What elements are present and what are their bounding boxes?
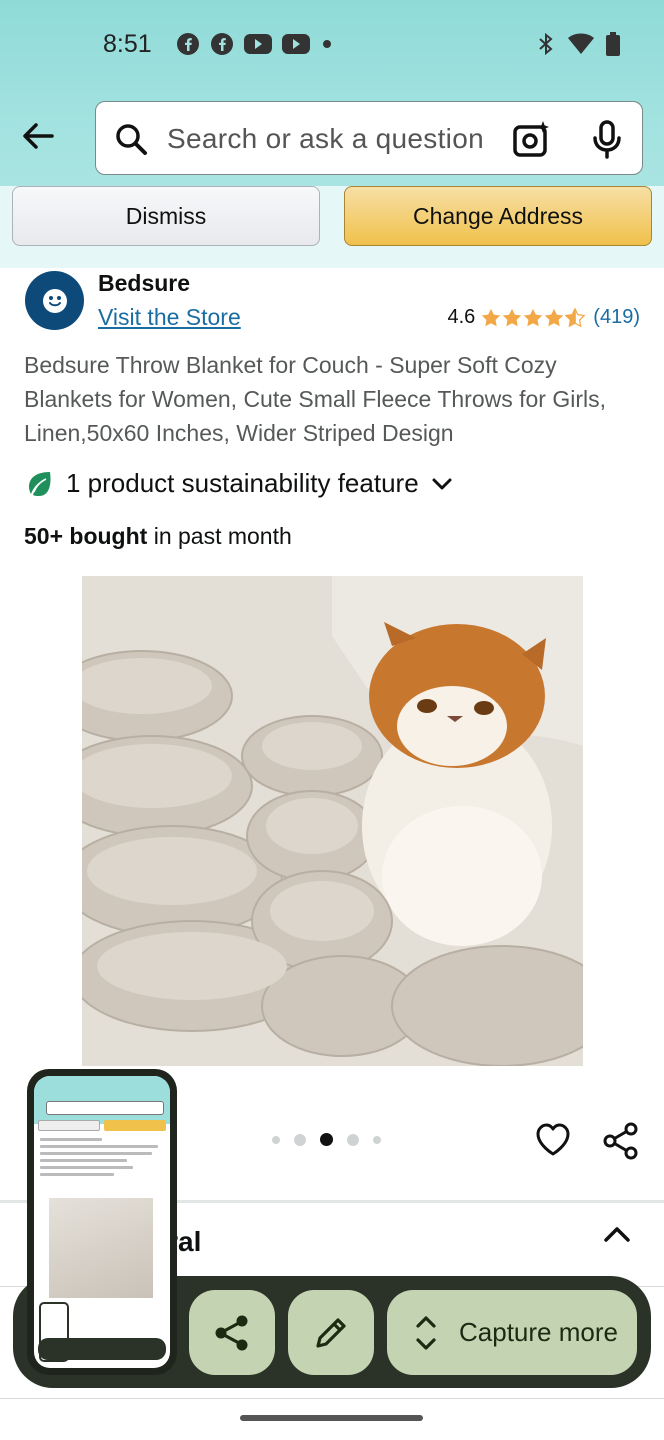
product-rating[interactable]: 4.6 (419): [447, 306, 640, 329]
carousel-dot[interactable]: [272, 1135, 280, 1144]
sustainability-label: 1 product sustainability feature: [66, 468, 419, 498]
heart-icon[interactable]: [534, 1121, 572, 1159]
star-full-icon: [482, 308, 501, 326]
carousel-dot[interactable]: [347, 1133, 359, 1146]
status-bar: 8:51: [0, 20, 664, 68]
screenshot-share-button[interactable]: [189, 1290, 275, 1375]
capture-more-button[interactable]: Capture more: [387, 1290, 637, 1375]
battery-icon: [606, 32, 620, 56]
screenshot-edit-button[interactable]: [288, 1290, 374, 1375]
youtube-icon: [244, 34, 272, 54]
bought-period: in past month: [147, 523, 292, 549]
star-rating: [481, 307, 586, 328]
sustainability-toggle[interactable]: 1 product sustainability feature: [24, 468, 453, 499]
bluetooth-icon: [539, 32, 553, 56]
thumbnail-text-lines: [40, 1138, 164, 1180]
bought-count: 50+ bought: [24, 523, 148, 549]
search-input[interactable]: Search or ask a question: [95, 101, 643, 175]
thumbnail-dismiss: [38, 1120, 100, 1131]
system-icons: [536, 32, 620, 56]
product-title: Bedsure Throw Blanket for Couch - Super …: [24, 352, 607, 446]
notification-icons: [176, 32, 334, 56]
pencil-icon: [316, 1317, 346, 1348]
back-arrow-icon[interactable]: [18, 116, 58, 156]
facebook-icon: [177, 33, 199, 55]
star-full-icon: [545, 308, 564, 326]
brand-logo[interactable]: [25, 271, 84, 330]
search-placeholder: Search or ask a question: [167, 123, 484, 154]
share-icon: [215, 1315, 248, 1350]
facebook-icon: [211, 33, 233, 55]
star-half-icon: [565, 307, 586, 327]
product-photo: [82, 576, 583, 1066]
image-carousel-dots: [272, 1133, 381, 1146]
youtube-icon: [282, 34, 310, 54]
carousel-dot-active[interactable]: [320, 1133, 333, 1146]
wifi-icon: [568, 33, 594, 54]
star-full-icon: [503, 308, 522, 326]
camera-search-icon[interactable]: [512, 119, 552, 159]
thumbnail-toolbar: [38, 1338, 166, 1360]
chevron-up-icon[interactable]: [602, 1220, 632, 1248]
change-address-button[interactable]: Change Address: [344, 186, 652, 246]
screenshot-thumbnail[interactable]: [27, 1069, 177, 1375]
section-divider: [0, 1398, 664, 1399]
smiley-logo-icon: [42, 288, 67, 313]
leaf-icon: [29, 471, 51, 496]
product-image[interactable]: [82, 576, 583, 1066]
thumbnail-product-image: [49, 1198, 153, 1298]
dot-icon: [323, 40, 331, 48]
thumbnail-header: [34, 1076, 170, 1124]
dismiss-button[interactable]: Dismiss: [12, 186, 320, 246]
chevron-down-icon: [432, 478, 452, 489]
bought-in-past-month: 50+ bought in past month: [24, 523, 292, 550]
rating-value: 4.6: [447, 306, 476, 328]
share-icon[interactable]: [602, 1121, 640, 1161]
home-indicator[interactable]: [240, 1415, 423, 1421]
thumbnail-search: [46, 1101, 164, 1115]
carousel-dot[interactable]: [294, 1133, 306, 1146]
expand-vertical-icon: [416, 1315, 436, 1350]
brand-name: Bedsure: [98, 270, 191, 296]
rating-count: (419): [593, 306, 640, 328]
status-time: 8:51: [103, 30, 152, 58]
carousel-dot[interactable]: [373, 1135, 381, 1144]
star-full-icon: [524, 308, 543, 326]
visit-store-link[interactable]: Visit the Store: [98, 304, 241, 331]
capture-more-label: Capture more: [459, 1317, 618, 1347]
thumbnail-preview: [34, 1076, 170, 1368]
microphone-icon[interactable]: [592, 120, 622, 160]
search-icon: [116, 124, 147, 155]
thumbnail-change-address: [104, 1120, 166, 1131]
